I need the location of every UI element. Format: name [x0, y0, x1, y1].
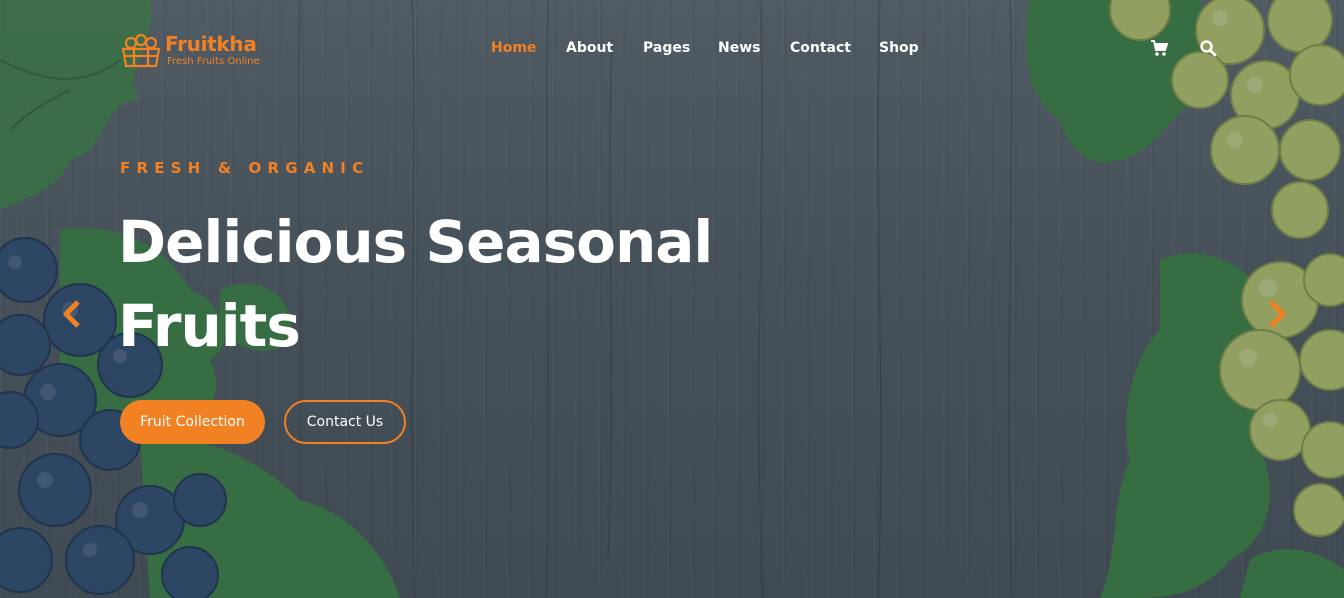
hero-title: Delicious Seasonal Fruits	[118, 200, 818, 368]
fruit-basket-icon	[121, 33, 161, 68]
contact-us-button[interactable]: Contact Us	[284, 400, 406, 444]
nav-item-pages[interactable]: Pages	[643, 40, 690, 56]
hero-subtitle: FRESH & ORGANIC	[120, 159, 370, 177]
nav-item-shop[interactable]: Shop	[879, 40, 919, 56]
search-icon[interactable]	[1199, 39, 1217, 57]
chevron-right-icon[interactable]	[1265, 298, 1289, 330]
brand-tagline: Fresh Fruits Online	[167, 56, 260, 67]
nav-item-contact[interactable]: Contact	[790, 40, 851, 56]
nav-item-home[interactable]: Home	[491, 40, 536, 56]
hero-section: Fruitkha Fresh Fruits Online Home About …	[0, 0, 1344, 598]
brand-logo[interactable]: Fruitkha Fresh Fruits Online	[120, 31, 280, 71]
hero-title-line-2: Fruits	[118, 292, 301, 360]
fruit-collection-button[interactable]: Fruit Collection	[120, 400, 265, 444]
brand-name: Fruitkha	[165, 32, 257, 56]
hero-title-line-1: Delicious Seasonal	[118, 208, 713, 276]
nav-item-news[interactable]: News	[718, 40, 760, 56]
cart-icon[interactable]	[1150, 39, 1168, 57]
chevron-left-icon[interactable]	[60, 298, 84, 330]
nav-item-about[interactable]: About	[566, 40, 613, 56]
